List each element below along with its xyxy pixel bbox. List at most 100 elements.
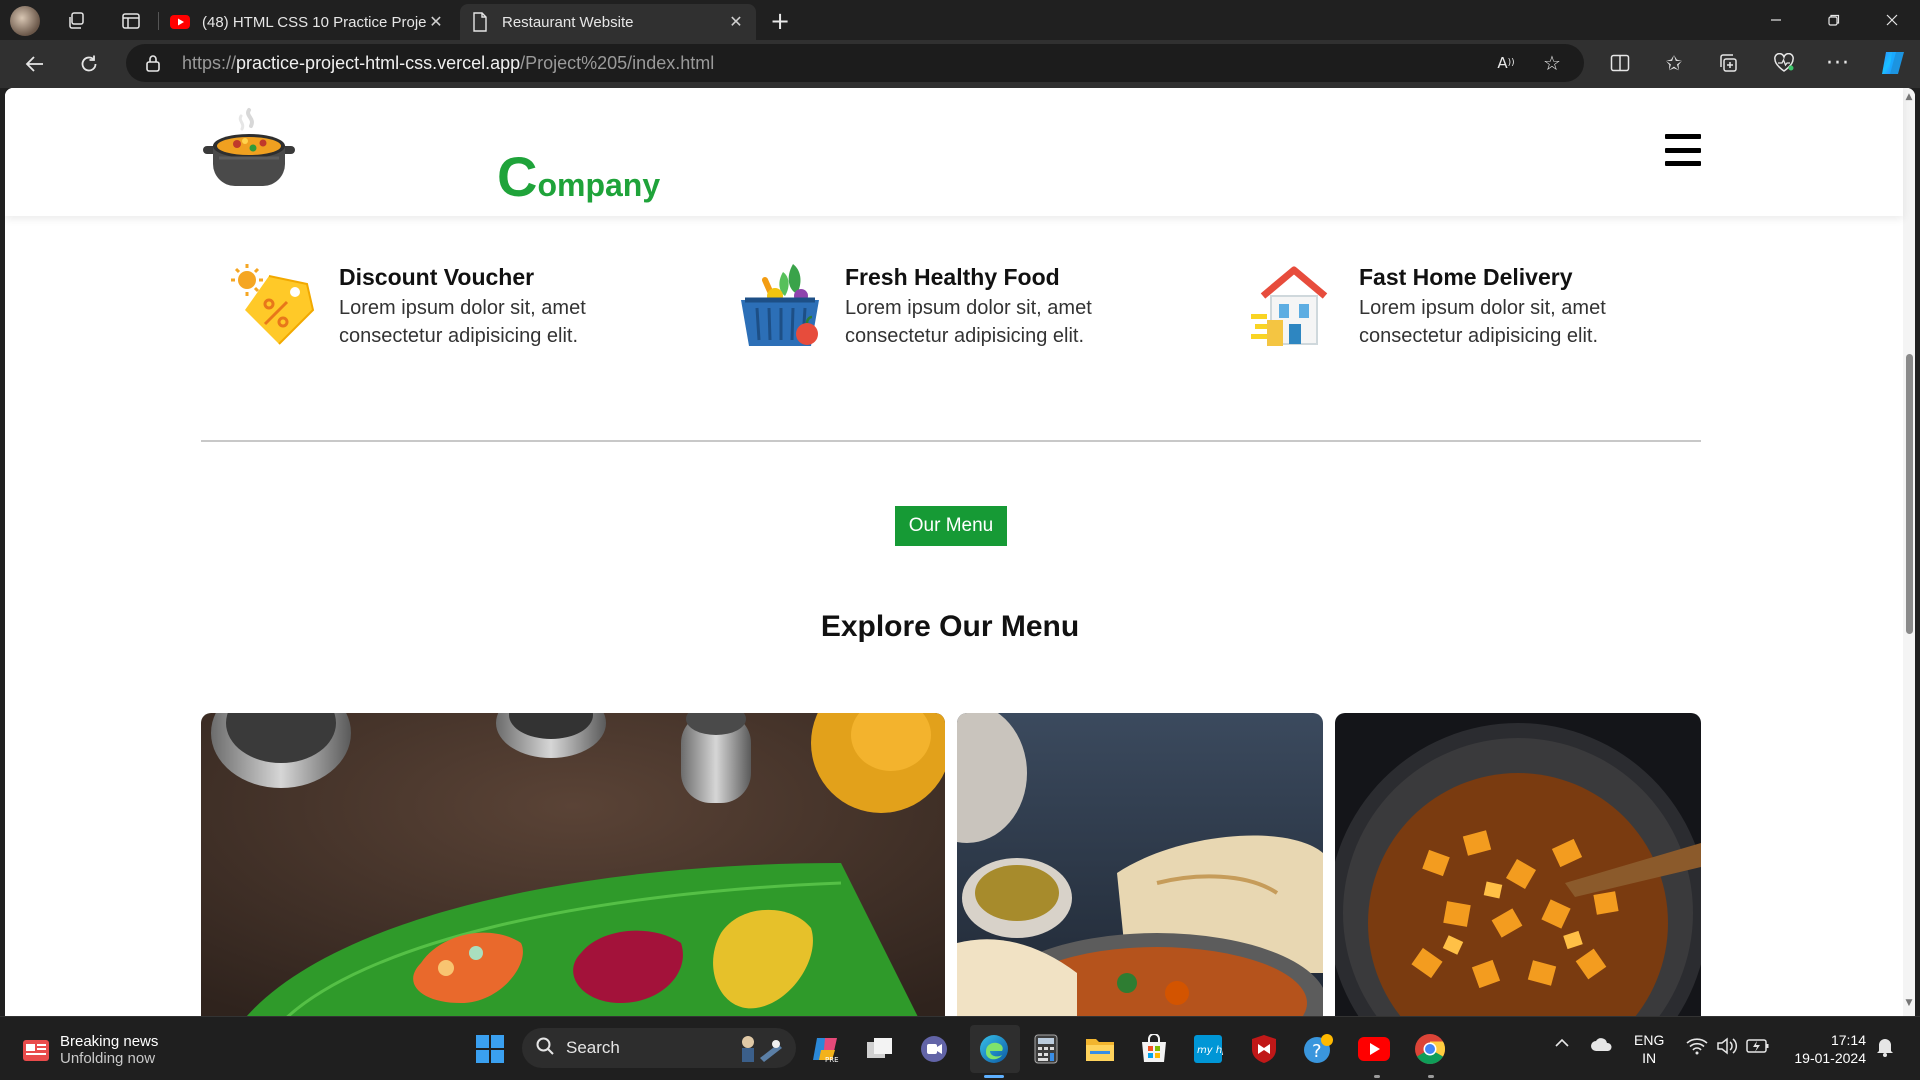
scroll-down-arrow-icon[interactable]: ▼ <box>1903 998 1915 1008</box>
read-aloud-icon[interactable]: A)) <box>1490 48 1522 78</box>
workspaces-icon[interactable] <box>62 6 92 36</box>
back-arrow-icon[interactable] <box>18 48 52 80</box>
feature-description: Lorem ipsum dolor sit, amet consectetur … <box>339 297 586 347</box>
hamburger-line <box>1665 134 1701 139</box>
file-explorer-icon[interactable] <box>1082 1031 1118 1067</box>
page-scrollbar[interactable]: ▲ ▼ <box>1903 88 1915 1016</box>
logo-rest: ompany <box>537 167 661 203</box>
search-highlight-icon <box>742 1036 782 1062</box>
help-icon[interactable]: ? <box>1300 1031 1336 1067</box>
volume-icon[interactable] <box>1716 1037 1738 1059</box>
windows-start-icon[interactable] <box>472 1031 508 1067</box>
close-icon[interactable]: ✕ <box>726 12 746 32</box>
calculator-icon[interactable] <box>1028 1031 1064 1067</box>
new-tab-plus-icon[interactable]: + <box>764 6 796 36</box>
vertical-tabs-icon[interactable] <box>116 6 146 36</box>
tab-youtube[interactable]: (48) HTML CSS 10 Practice Projec ✕ <box>160 4 456 40</box>
browser-essentials-icon[interactable] <box>1768 48 1800 78</box>
banana-leaf-meal-image <box>201 713 945 1016</box>
company-logo[interactable]: Company <box>201 106 660 208</box>
feature-title: Fresh Healthy Food <box>845 264 1060 290</box>
restore-icon[interactable] <box>1806 0 1862 40</box>
tab-title: (48) HTML CSS 10 Practice Projec <box>202 13 426 31</box>
section-divider <box>201 440 1701 442</box>
taskbar-search-box[interactable]: Search <box>522 1028 796 1068</box>
chevron-up-icon[interactable] <box>1554 1037 1570 1053</box>
hamburger-menu-icon[interactable] <box>1665 134 1701 166</box>
news-subtitle: Unfolding now <box>60 1050 156 1067</box>
scrollbar-thumb[interactable] <box>1906 354 1913 634</box>
page-icon <box>470 12 490 32</box>
news-widget[interactable]: Breaking news Unfolding now <box>22 1029 158 1071</box>
windows-taskbar: Breaking news Unfolding now Search PRE m… <box>0 1016 1920 1080</box>
logo-first-letter: C <box>497 145 538 208</box>
myhp-icon[interactable]: my hp <box>1190 1031 1226 1067</box>
feature-description: Lorem ipsum dolor sit, amet consectetur … <box>845 297 1092 347</box>
favorites-icon[interactable]: ✩ <box>1658 48 1690 78</box>
onedrive-cloud-icon[interactable] <box>1590 1037 1614 1057</box>
window-close-icon[interactable] <box>1864 0 1920 40</box>
running-indicator <box>1428 1075 1434 1078</box>
tab-title: Restaurant Website <box>502 13 634 31</box>
url-text[interactable]: https://practice-project-html-css.vercel… <box>182 53 714 74</box>
food-basket-icon <box>741 264 819 346</box>
profile-avatar[interactable] <box>10 6 40 36</box>
split-screen-icon[interactable] <box>1604 48 1636 78</box>
cooking-pot-icon <box>203 108 295 186</box>
browser-tab-bar: (48) HTML CSS 10 Practice Projec ✕ Resta… <box>0 0 1920 40</box>
browser-toolbar: https://practice-project-html-css.vercel… <box>0 40 1920 88</box>
feature-title: Discount Voucher <box>339 264 535 290</box>
copilot-pre-icon[interactable]: PRE <box>808 1031 844 1067</box>
tab-restaurant-website[interactable]: Restaurant Website ✕ <box>460 4 756 40</box>
pan-curry-image <box>1335 713 1701 1016</box>
more-options-icon[interactable]: ··· <box>1822 48 1854 78</box>
menu-image-naan-curry[interactable] <box>957 713 1323 1016</box>
mcafee-icon[interactable] <box>1246 1031 1282 1067</box>
svg-text:?: ? <box>1312 1041 1322 1062</box>
explore-menu-heading: Explore Our Menu <box>820 610 1080 643</box>
copilot-icon[interactable] <box>1876 46 1910 80</box>
active-app-indicator <box>984 1075 1004 1078</box>
system-clock[interactable]: 17:14 19-01-2024 <box>1786 1031 1866 1067</box>
menu-image-pan-curry[interactable] <box>1335 713 1701 1016</box>
minimize-icon[interactable] <box>1748 0 1804 40</box>
logo-wordmark: Company <box>497 144 660 209</box>
microsoft-store-icon[interactable] <box>1136 1031 1172 1067</box>
wifi-icon[interactable] <box>1686 1037 1708 1059</box>
close-icon[interactable]: ✕ <box>426 12 446 32</box>
task-view-icon[interactable] <box>862 1031 898 1067</box>
page-viewport: Company Discount Voucher Lorem ipsum dol… <box>5 88 1915 1016</box>
news-title: Breaking news <box>60 1033 159 1050</box>
feature-description: Lorem ipsum dolor sit, amet consectetur … <box>1359 297 1606 347</box>
battery-charging-icon[interactable] <box>1746 1037 1770 1059</box>
language-code: ENG <box>1634 1032 1665 1048</box>
url-host: practice-project-html-css.vercel.app <box>236 52 521 73</box>
clock-time: 17:14 <box>1830 1032 1866 1048</box>
teams-meet-icon[interactable] <box>916 1031 952 1067</box>
search-icon <box>536 1037 554 1060</box>
youtube-app-icon[interactable] <box>1356 1031 1392 1067</box>
svg-text:PRE: PRE <box>825 1056 839 1064</box>
reload-icon[interactable] <box>72 48 106 80</box>
discount-tag-icon <box>231 264 315 345</box>
search-placeholder: Search <box>566 1038 620 1057</box>
address-bar[interactable]: https://practice-project-html-css.vercel… <box>126 44 1584 82</box>
menu-image-banana-leaf-meal[interactable] <box>201 713 945 1016</box>
feature-title: Fast Home Delivery <box>1359 264 1573 290</box>
our-menu-button[interactable]: Our Menu <box>895 506 1007 546</box>
news-icon <box>23 1040 49 1061</box>
svg-text:my hp: my hp <box>1197 1045 1223 1056</box>
tab-separator <box>158 12 159 30</box>
notification-bell-icon[interactable] <box>1876 1037 1894 1061</box>
lock-icon[interactable] <box>144 54 162 72</box>
chrome-icon[interactable] <box>1412 1031 1448 1067</box>
clock-date: 19-01-2024 <box>1794 1050 1866 1066</box>
url-scheme: https:// <box>182 52 237 73</box>
star-icon[interactable]: ☆ <box>1536 48 1568 78</box>
naan-curry-image <box>957 713 1323 1016</box>
scroll-up-arrow-icon[interactable]: ▲ <box>1903 92 1915 102</box>
edge-browser-icon[interactable] <box>976 1031 1012 1067</box>
language-indicator[interactable]: ENG IN <box>1634 1031 1664 1067</box>
collections-icon[interactable] <box>1712 48 1744 78</box>
delivery-house-icon <box>1251 266 1328 346</box>
